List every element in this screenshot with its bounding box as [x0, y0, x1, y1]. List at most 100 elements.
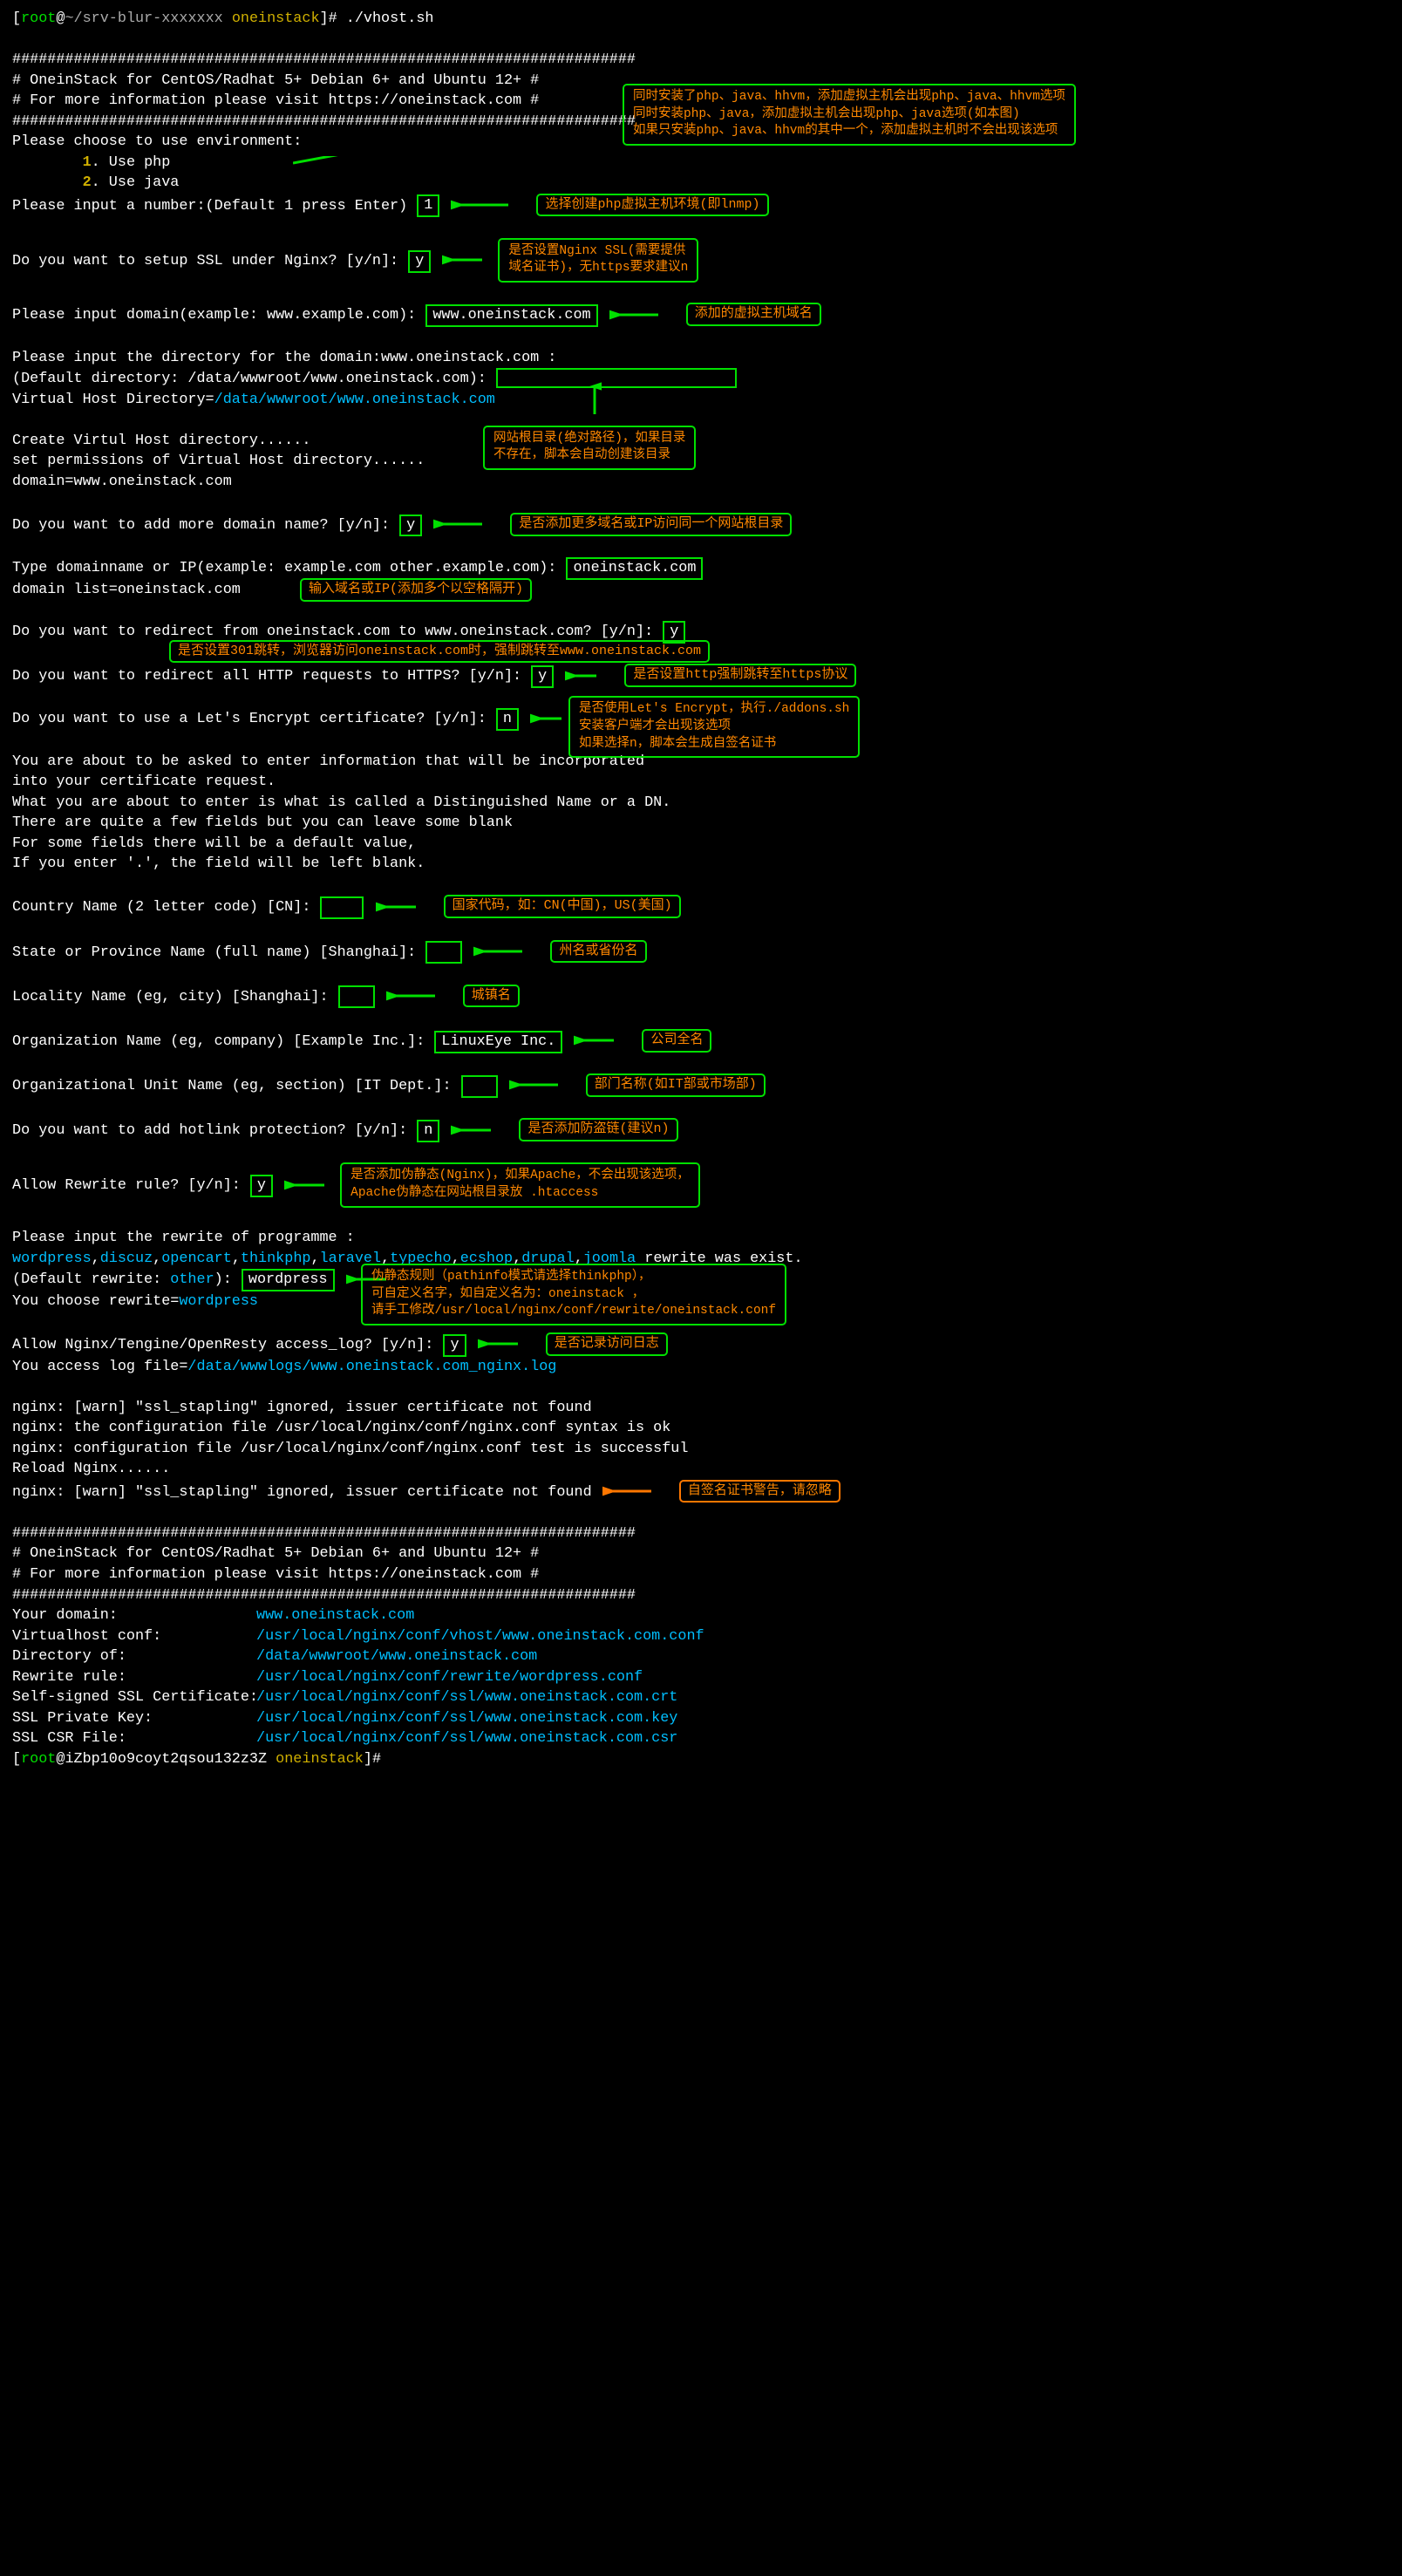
- input-country[interactable]: [320, 896, 364, 919]
- input-moredomain[interactable]: y: [399, 515, 422, 537]
- summary-row: SSL Private Key:/usr/local/nginx/conf/ss…: [12, 1708, 1390, 1729]
- https-prompt: Do you want to redirect all HTTP request…: [12, 664, 1390, 688]
- annotation-locality: 城镇名: [463, 985, 520, 1008]
- annotation-directory: 网站根目录(绝对路径)，如果目录 不存在，脚本会自动创建该目录: [483, 426, 696, 470]
- csr-text: If you enter '.', the field will be left…: [12, 854, 1390, 875]
- country-prompt: Country Name (2 letter code) [CN]: 国家代码，…: [12, 895, 1390, 919]
- annotation-state: 州名或省份名: [550, 940, 646, 964]
- arrow-icon: [509, 1078, 561, 1092]
- arrow-icon: [473, 944, 526, 958]
- domain-prompt: Please input domain(example: www.example…: [12, 303, 1390, 327]
- letsencrypt-prompt: Do you want to use a Let's Encrypt certi…: [12, 708, 1390, 731]
- dir-prompt: Please input the directory for the domai…: [12, 348, 1390, 369]
- hash-rule: ########################################…: [12, 50, 1390, 71]
- input-ou[interactable]: [461, 1075, 498, 1098]
- input-domain[interactable]: www.oneinstack.com: [425, 304, 597, 327]
- env-option-2: 2. Use java: [12, 173, 1390, 194]
- annotation-ssl: 是否设置Nginx SSL(需要提供 域名证书)，无https要求建议n: [498, 238, 698, 283]
- annotation-hotlink: 是否添加防盗链(建议n): [519, 1118, 677, 1141]
- arrow-icon: [565, 669, 600, 683]
- arrow-icon: [433, 517, 486, 531]
- csr-text: There are quite a few fields but you can…: [12, 813, 1390, 834]
- rewrite-input-prompt: Please input the rewrite of programme :: [12, 1228, 1390, 1249]
- hash-rule: ########################################…: [12, 1585, 1390, 1606]
- input-hotlink[interactable]: n: [417, 1120, 439, 1142]
- arrow-icon: [478, 1337, 521, 1351]
- ps1-user: root: [21, 10, 56, 27]
- command-text: ./vhost.sh: [346, 10, 434, 27]
- annotation-letsencrypt: 是否使用Let's Encrypt，执行./addons.sh 安装客户端才会出…: [568, 696, 860, 758]
- arrow-icon: [284, 1178, 328, 1192]
- type-domain-prompt: Type domainname or IP(example: example.c…: [12, 557, 1390, 580]
- input-directory[interactable]: [496, 368, 737, 388]
- ps1-at: @: [56, 10, 65, 27]
- input-org[interactable]: LinuxEye Inc.: [434, 1031, 562, 1053]
- annotation-moredomain: 是否添加更多域名或IP访问同一个网站根目录: [510, 513, 792, 536]
- domain-list-line: domain list=oneinstack.com 输入域名或IP(添加多个以…: [12, 580, 1390, 601]
- ou-prompt: Organizational Unit Name (eg, section) […: [12, 1073, 1390, 1098]
- env-prompt: Please choose to use environment:: [12, 132, 1390, 153]
- summary-row: Virtualhost conf:/usr/local/nginx/conf/v…: [12, 1626, 1390, 1647]
- annotation-redirect: 是否设置301跳转，浏览器访问oneinstack.com时，强制跳转至www.…: [169, 640, 710, 664]
- arrow-icon: [376, 900, 419, 914]
- domain-echo-line: domain=www.oneinstack.com: [12, 472, 1390, 493]
- nginx-output: nginx: [warn] "ssl_stapling" ignored, is…: [12, 1480, 1390, 1503]
- rewrite-prompt: Allow Rewrite rule? [y/n]: y 是否添加伪静态(Ngi…: [12, 1162, 1390, 1207]
- set-permissions-line: set permissions of Virtual Host director…: [12, 451, 1390, 472]
- locality-prompt: Locality Name (eg, city) [Shanghai]: 城镇名: [12, 985, 1390, 1009]
- input-rewrite-name[interactable]: wordpress: [242, 1269, 335, 1291]
- hotlink-prompt: Do you want to add hotlink protection? […: [12, 1118, 1390, 1142]
- summary-row: Your domain:www.oneinstack.com: [12, 1605, 1390, 1626]
- dir-default: (Default directory: /data/wwwroot/www.on…: [12, 368, 1390, 390]
- arrow-icon: [588, 379, 602, 424]
- hash-rule: ########################################…: [12, 1523, 1390, 1544]
- input-rewrite[interactable]: y: [250, 1175, 273, 1197]
- annotation-rewrite-name: 伪静态规则（pathinfo模式请选择thinkphp）， 可自定义名字，如自定…: [361, 1264, 786, 1325]
- arrow-icon: [530, 712, 565, 726]
- input-type-domain[interactable]: oneinstack.com: [566, 557, 703, 580]
- annotation-org: 公司全名: [642, 1029, 711, 1053]
- input-state[interactable]: [425, 941, 462, 964]
- rewrite-default: (Default rewrite: other): wordpress 伪静态规…: [12, 1269, 1390, 1291]
- csr-text: into your certificate request.: [12, 772, 1390, 793]
- banner-line: # For more information please visit http…: [12, 91, 1390, 112]
- annotation-accesslog: 是否记录访问日志: [546, 1332, 668, 1356]
- annotation-domain: 添加的虚拟主机域名: [686, 303, 821, 326]
- arrow-icon: [609, 308, 662, 322]
- input-ssl[interactable]: y: [408, 250, 431, 273]
- env-option-1: 1. Use php: [12, 153, 1390, 174]
- summary-row: Directory of:/data/wwwroot/www.oneinstac…: [12, 1646, 1390, 1667]
- input-accesslog[interactable]: y: [443, 1334, 466, 1357]
- arrow-icon: [602, 1484, 655, 1498]
- annotation-country: 国家代码，如：CN(中国)，US(美国): [444, 895, 681, 918]
- ps1-user: root: [21, 1751, 56, 1768]
- banner-line: # OneinStack for CentOS/Radhat 5+ Debian…: [12, 1544, 1390, 1564]
- arrow-icon: [574, 1033, 617, 1047]
- annotation-selfsign: 自签名证书警告，请忽略: [679, 1480, 841, 1503]
- input-locality[interactable]: [338, 985, 375, 1008]
- nginx-output: nginx: the configuration file /usr/local…: [12, 1418, 1390, 1439]
- arrow-icon: [293, 156, 616, 170]
- csr-text: What you are about to enter is what is c…: [12, 793, 1390, 814]
- prompt-line-1: [root@~/srv-blur-xxxxxxx oneinstack]# ./…: [12, 9, 1390, 30]
- state-prompt: State or Province Name (full name) [Shan…: [12, 940, 1390, 964]
- annotation-number: 选择创建php虚拟主机环境(即lnmp): [536, 194, 768, 217]
- arrow-icon: [442, 253, 486, 267]
- prompt-line-2[interactable]: [root@iZbp10o9coyt2qsou132z3Z oneinstack…: [12, 1749, 1390, 1770]
- input-number[interactable]: 1: [417, 194, 439, 217]
- input-https[interactable]: y: [531, 665, 554, 688]
- number-prompt: Please input a number:(Default 1 press E…: [12, 194, 1390, 218]
- moredomain-prompt: Do you want to add more domain name? [y/…: [12, 513, 1390, 537]
- arrow-icon: [451, 198, 512, 212]
- terminal-output: [root@~/srv-blur-xxxxxxx oneinstack]# ./…: [0, 0, 1402, 1778]
- ps1-host-blurred: ~/srv-blur-xxxxxxx: [65, 10, 222, 27]
- org-prompt: Organization Name (eg, company) [Example…: [12, 1029, 1390, 1053]
- accesslog-prompt: Allow Nginx/Tengine/OpenResty access_log…: [12, 1332, 1390, 1357]
- input-letsencrypt[interactable]: n: [496, 708, 519, 731]
- annotation-https: 是否设置http强制跳转至https协议: [624, 664, 856, 687]
- dir-echo: Virtual Host Directory=/data/wwwroot/www…: [12, 390, 1390, 411]
- summary-row: SSL CSR File:/usr/local/nginx/conf/ssl/w…: [12, 1728, 1390, 1749]
- arrow-icon: [386, 989, 439, 1003]
- ssl-prompt: Do you want to setup SSL under Nginx? [y…: [12, 238, 1390, 283]
- nginx-output: nginx: [warn] "ssl_stapling" ignored, is…: [12, 1398, 1390, 1419]
